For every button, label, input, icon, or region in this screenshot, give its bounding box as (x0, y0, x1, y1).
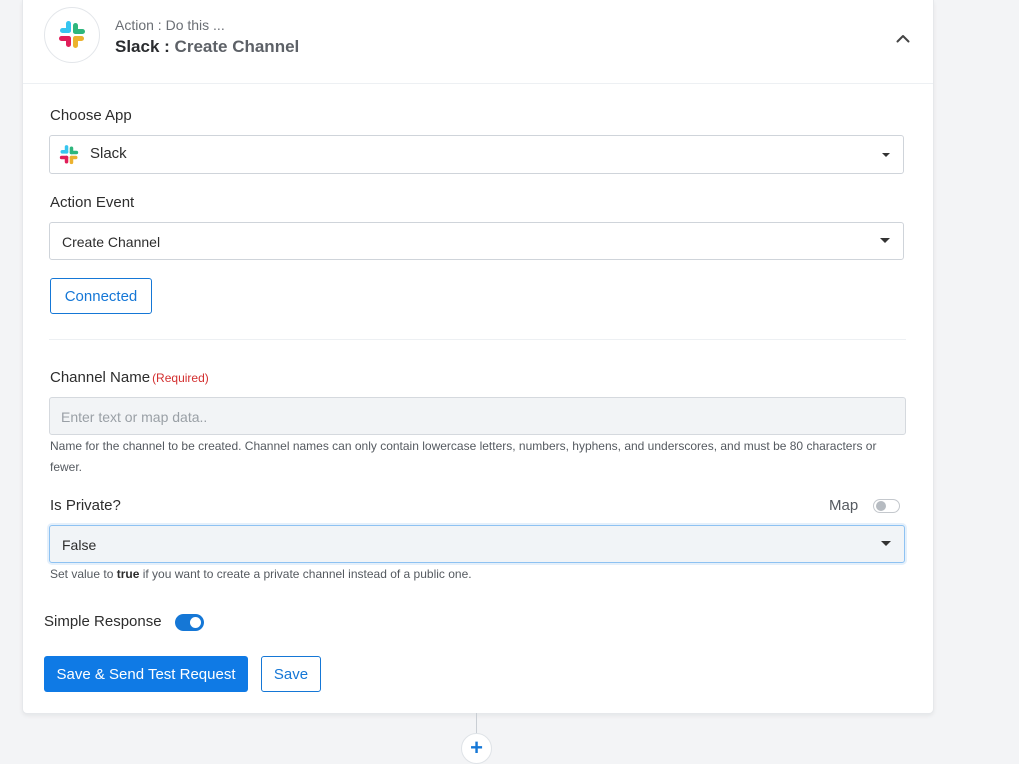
action-step-card: Action : Do this ... Slack : Create Chan… (22, 0, 934, 714)
map-toggle[interactable] (873, 499, 900, 513)
step-header[interactable]: Action : Do this ... Slack : Create Chan… (23, 0, 933, 84)
simple-response-label: Simple Response (44, 613, 162, 630)
connected-button[interactable]: Connected (50, 278, 152, 314)
is-private-label: Is Private? (50, 497, 121, 514)
step-title-separator: : (159, 37, 175, 56)
plus-icon: + (470, 735, 483, 760)
action-event-value: Create Channel (62, 234, 161, 250)
channel-name-label-text: Channel Name (50, 369, 151, 386)
step-subtitle: Action : Do this ... (115, 17, 225, 33)
is-private-select[interactable]: False (49, 525, 905, 563)
save-and-send-test-button[interactable]: Save & Send Test Request (44, 656, 248, 692)
channel-name-help-line1: Name for the channel to be created. Chan… (50, 439, 877, 453)
map-label: Map (829, 497, 859, 514)
channel-name-help-line2: fewer. (50, 460, 83, 474)
action-event-label: Action Event (50, 194, 135, 211)
collapse-button[interactable] (891, 26, 915, 50)
channel-name-placeholder: Enter text or map data.. (61, 409, 208, 425)
map-toggle-knob (876, 501, 886, 511)
slack-logo-icon (44, 7, 100, 63)
is-private-help-suffix: if you want to create a private channel … (139, 567, 472, 581)
slack-logo-icon (57, 143, 81, 172)
channel-name-label: Channel Name (Required) (50, 369, 209, 386)
chevron-up-icon (896, 34, 910, 42)
save-button[interactable]: Save (261, 656, 321, 692)
step-event-name: Create Channel (174, 37, 300, 56)
simple-response-toggle[interactable] (175, 614, 204, 631)
caret-down-icon (882, 153, 890, 157)
step-app-name: Slack (115, 37, 160, 56)
channel-name-input[interactable]: Enter text or map data.. (49, 397, 906, 435)
section-divider (49, 339, 906, 340)
required-indicator: (Required) (152, 371, 209, 385)
simple-response-toggle-knob (190, 617, 201, 628)
is-private-help: Set value to true if you want to create … (50, 564, 472, 585)
step-title: Slack : Create Channel (115, 37, 299, 57)
is-private-help-bold: true (116, 567, 140, 581)
action-event-select[interactable]: Create Channel (49, 222, 904, 260)
caret-down-icon (880, 238, 890, 243)
add-step-button[interactable]: + (461, 733, 492, 764)
is-private-value: False (62, 537, 97, 553)
is-private-help-prefix: Set value to (50, 567, 117, 581)
choose-app-label: Choose App (50, 107, 132, 124)
channel-name-help: Name for the channel to be created. Chan… (50, 436, 910, 478)
choose-app-value: Slack (90, 145, 127, 162)
choose-app-select[interactable]: Slack (49, 135, 904, 174)
caret-down-icon (881, 541, 891, 546)
